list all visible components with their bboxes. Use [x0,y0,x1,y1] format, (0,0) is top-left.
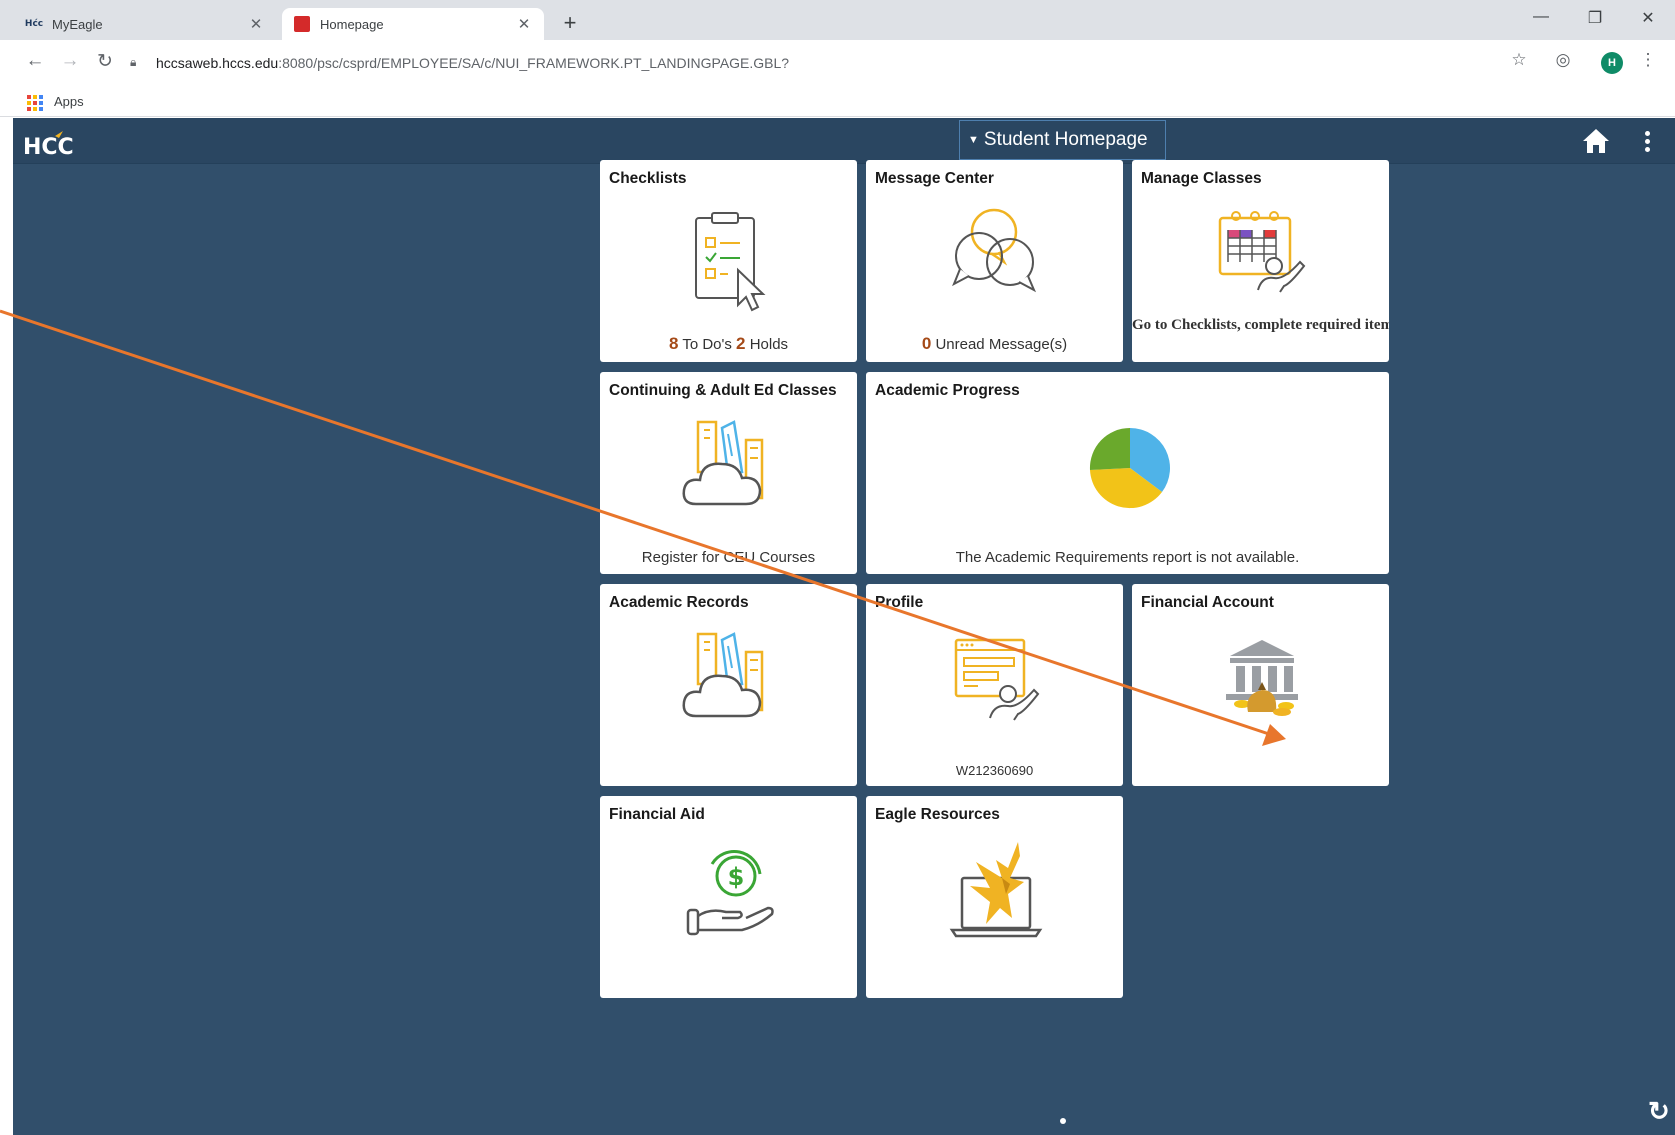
checklist-icon [695,212,766,312]
holds-count: 2 [736,334,746,353]
profile-form-icon [954,638,1040,721]
unread-count: 0 [921,334,932,353]
chat-bubbles-icon [952,208,1037,293]
tile-title: Message Center [875,170,994,187]
tile-manage-classes[interactable]: Manage Classes Go to Checklists, complet… [1132,160,1389,362]
tile-title: Financial Aid [609,806,705,823]
tab-label: MyEagle [52,16,103,32]
ceu-link: Register for CEU Courses [641,549,816,566]
refresh-icon[interactable]: ↻ [1648,1096,1670,1127]
bookmarks-bar: Apps [0,87,1675,117]
student-id: W212360690 [955,763,1034,778]
tile-title: Financial Account [1141,594,1274,611]
tile-title: Academic Records [609,594,749,611]
cloud-buildings-icon [682,632,764,718]
dollar-hand-icon: $ [686,850,774,936]
todo-count: 8 [668,334,679,353]
checklists-summary: 8 To Do's 2 Holds [600,334,857,354]
tile-checklists[interactable]: Checklists 8 To Do's 2 Holds [600,160,857,362]
hcc-favicon-icon: Hćc [24,19,44,29]
tile-profile[interactable]: Profile W212360690 [866,584,1123,786]
address-bar[interactable]: 🔒︎ hccsaweb.hccs.edu:8080/psc/csprd/EMPL… [130,47,1480,78]
svg-text:HCC: HCC [23,135,74,158]
tile-financial-aid[interactable]: Financial Aid $ [600,796,857,998]
apps-bookmark[interactable]: Apps [54,94,84,109]
tile-title: Continuing & Adult Ed Classes [609,382,837,399]
svg-text:$: $ [728,863,745,891]
extension-icon[interactable]: ◎ [1551,50,1575,70]
lock-icon: 🔒︎ [130,55,137,69]
tile-eagle-resources[interactable]: Eagle Resources [866,796,1123,998]
profile-avatar[interactable]: H [1601,52,1623,74]
academic-requirements-note: The Academic Requirements report is not … [955,549,1300,566]
new-tab-button[interactable]: + [556,10,584,38]
actions-menu-icon[interactable] [1642,126,1652,156]
forward-arrow-icon[interactable]: → [57,50,83,72]
financial-account-icon [1226,640,1298,716]
hcc-logo[interactable]: HCC [23,128,83,158]
calendar-person-icon [1218,211,1306,293]
menu-kebab-icon[interactable]: ⋮ [1636,50,1660,70]
tile-title: Eagle Resources [875,806,1000,823]
home-icon[interactable] [1581,126,1611,156]
portal-content: HCC ▼ Student Homepage Checklists 8 To D… [13,118,1675,1135]
browser-toolbar: ← → ↻ 🔒︎ hccsaweb.hccs.edu:8080/psc/cspr… [0,40,1675,87]
tile-title: Manage Classes [1141,170,1262,187]
url-path: :8080/psc/csprd/EMPLOYEE/SA/c/NUI_FRAMEW… [278,54,790,71]
page-selector-dropdown[interactable]: ▼ Student Homepage [959,120,1166,160]
url-host: hccsaweb.hccs.edu [156,54,279,71]
unread-label: Unread Message(s) [935,336,1068,353]
tile-title: Academic Progress [875,382,1020,399]
eagle-laptop-icon [949,842,1043,938]
minimize-button[interactable]: — [1518,8,1564,26]
tab-label: Homepage [320,16,384,32]
tile-financial-account[interactable]: Financial Account [1132,584,1389,786]
browser-window: Hćc MyEagle ✕ Homepage ✕ + — ❐ ✕ ← → ↻ 🔒… [0,0,1675,1135]
back-arrow-icon[interactable]: ← [22,50,48,72]
page-selector-label: Student Homepage [983,129,1148,150]
close-icon[interactable]: ✕ [516,15,532,33]
tile-message-center[interactable]: Message Center 0 Unread Message(s) [866,160,1123,362]
bookmark-star-icon[interactable]: ☆ [1507,50,1531,70]
tab-strip: Hćc MyEagle ✕ Homepage ✕ + — ❐ ✕ [0,0,1675,40]
restore-button[interactable]: ❐ [1572,8,1618,28]
close-window-button[interactable]: ✕ [1625,8,1671,28]
tile-academic-progress[interactable]: Academic Progress The Academic Requireme… [866,372,1389,574]
pager-dot[interactable] [1060,1118,1066,1124]
red-favicon-icon [294,16,310,32]
cloud-buildings-icon [682,420,764,506]
tile-title: Profile [875,594,924,611]
close-icon[interactable]: ✕ [248,15,264,33]
caret-down-icon: ▼ [968,134,979,146]
todo-label: To Do's [682,336,732,353]
checklist-warning: Go to Checklists, complete required item… [1132,317,1389,333]
apps-grid-icon[interactable] [27,95,43,111]
pie-chart-icon [1089,427,1170,509]
unread-summary: 0 Unread Message(s) [866,334,1123,354]
tile-academic-records[interactable]: Academic Records [600,584,857,786]
tab-homepage[interactable]: Homepage ✕ [282,8,544,40]
tab-myeagle[interactable]: Hćc MyEagle ✕ [14,8,276,40]
tile-continuing-ed[interactable]: Continuing & Adult Ed Classes Register f… [600,372,857,574]
reload-icon[interactable]: ↻ [92,50,118,73]
holds-label: Holds [749,336,789,353]
portal-banner: HCC ▼ Student Homepage [13,118,1675,164]
tile-title: Checklists [609,170,687,187]
